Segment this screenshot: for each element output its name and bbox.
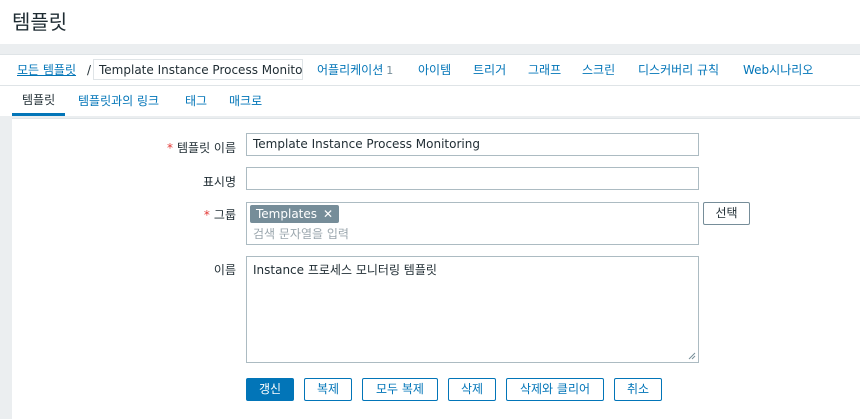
required-mark: * xyxy=(166,141,173,155)
nav-web-scenarios[interactable]: Web시나리오 xyxy=(743,55,813,85)
breadcrumb-current-template[interactable]: Template Instance Process Monitor... xyxy=(93,59,303,80)
nav-applications[interactable]: 어플리케이션 1 xyxy=(317,55,393,86)
group-chip-label: Templates xyxy=(256,207,318,221)
tab-macros[interactable]: 매크로 xyxy=(229,86,262,116)
tab-tags[interactable]: 태그 xyxy=(185,86,207,116)
tab-template[interactable]: 템플릿 xyxy=(12,86,66,116)
nav-triggers[interactable]: 트리거 xyxy=(473,55,506,85)
template-name-label-text: 템플릿 이름 xyxy=(176,141,236,155)
nav-graphs[interactable]: 그래프 xyxy=(528,55,561,85)
groups-label-text: 그룹 xyxy=(213,208,236,222)
description-textarea[interactable]: Instance 프로세스 모니터링 템플릿 xyxy=(246,256,699,363)
groups-select-button[interactable]: 선택 xyxy=(703,202,750,225)
nav-screens[interactable]: 스크린 xyxy=(582,55,615,85)
cancel-button[interactable]: 취소 xyxy=(614,378,662,401)
full-clone-button[interactable]: 모두 복제 xyxy=(362,378,438,401)
nav-discovery-rules[interactable]: 디스커버리 규칙 xyxy=(638,55,719,85)
template-nav: 모든 템플릿 / Template Instance Process Monit… xyxy=(0,54,860,86)
nav-applications-label: 어플리케이션 xyxy=(317,63,384,77)
description-text: Instance 프로세스 모니터링 템플릿 xyxy=(253,263,437,277)
clone-button[interactable]: 복제 xyxy=(304,378,352,401)
form-tabs: 템플릿 템플릿과의 링크 태그 매크로 xyxy=(0,86,860,116)
visible-name-input[interactable] xyxy=(246,167,699,190)
breadcrumb-all-templates[interactable]: 모든 템플릿 xyxy=(17,55,76,85)
groups-search-input[interactable]: 검색 문자열을 입력 xyxy=(253,225,349,242)
visible-name-label: 표시명 xyxy=(202,175,236,189)
nav-applications-count: 1 xyxy=(386,64,394,77)
groups-label: * 그룹 xyxy=(204,206,236,223)
template-name-input[interactable]: Template Instance Process Monitoring xyxy=(246,133,699,156)
resize-handle-icon[interactable] xyxy=(688,352,696,360)
breadcrumb-separator: / xyxy=(87,63,92,77)
template-form: * 템플릿 이름 Template Instance Process Monito… xyxy=(12,118,860,419)
groups-multiselect[interactable]: Templates ✕ 검색 문자열을 입력 xyxy=(246,202,699,245)
remove-icon[interactable]: ✕ xyxy=(323,207,333,221)
description-label: 이름 xyxy=(213,263,236,277)
update-button[interactable]: 갱신 xyxy=(246,378,294,401)
page-title: 템플릿 xyxy=(12,10,68,34)
group-chip: Templates ✕ xyxy=(250,205,340,223)
nav-items[interactable]: 아이템 xyxy=(418,55,451,85)
required-mark: * xyxy=(203,208,210,222)
delete-button[interactable]: 삭제 xyxy=(448,378,496,401)
delete-and-clear-button[interactable]: 삭제와 클리어 xyxy=(506,378,604,401)
page-header xyxy=(0,0,860,44)
template-name-label: * 템플릿 이름 xyxy=(167,139,236,156)
tab-linked-templates[interactable]: 템플릿과의 링크 xyxy=(78,86,159,116)
